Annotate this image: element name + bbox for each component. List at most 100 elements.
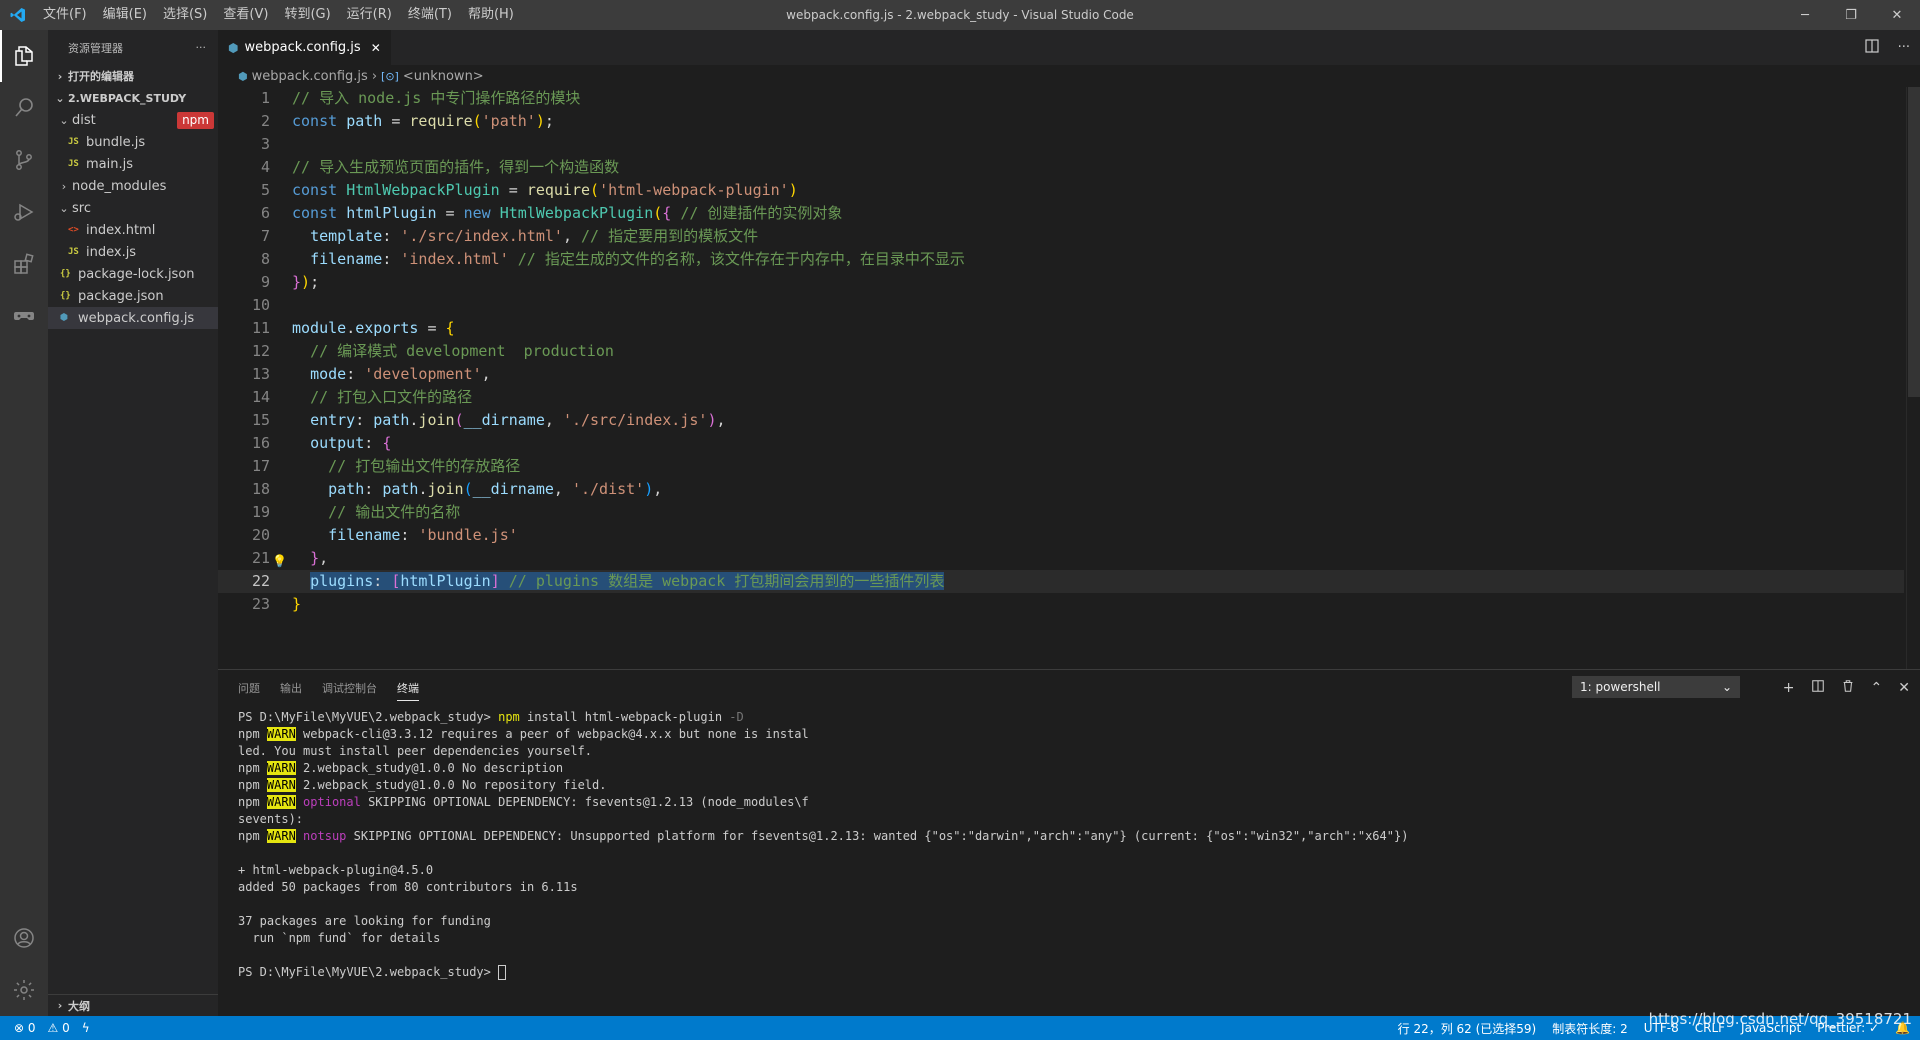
- maximize-panel-button[interactable]: ⌃: [1871, 680, 1883, 696]
- explorer-header: 资源管理器 ···: [48, 30, 218, 65]
- tab-debug-console[interactable]: 调试控制台: [322, 680, 377, 696]
- code-line-current: 22 plugins: [htmlPlugin] // plugins 数组是 …: [218, 570, 1904, 593]
- breadcrumb: ⬢ webpack.config.js › [⊙] <unknown>: [218, 65, 1920, 87]
- webpack-file-icon: ⬢: [60, 313, 68, 323]
- new-terminal-button[interactable]: +: [1783, 680, 1795, 696]
- cursor-position[interactable]: 行 22，列 62 (已选择59): [1398, 1020, 1537, 1037]
- status-bar: ⊗ 0 ⚠ 0 ϟ 行 22，列 62 (已选择59) 制表符长度: 2 UTF…: [0, 1016, 1920, 1040]
- webpack-file-icon: ⬢: [228, 40, 239, 55]
- code-line: 7 template: './src/index.html', // 指定要用到…: [260, 227, 759, 245]
- editor-scrollbar[interactable]: [1906, 87, 1920, 669]
- scrollbar-thumb[interactable]: [1908, 87, 1920, 397]
- outline-label: 大纲: [68, 999, 90, 1013]
- close-window-button[interactable]: ✕: [1874, 0, 1920, 30]
- editor-group: ⬢ webpack.config.js ✕ ··· ⬢ webpack.conf…: [218, 30, 1920, 669]
- close-panel-button[interactable]: ✕: [1898, 680, 1910, 696]
- breadcrumb-file[interactable]: webpack.config.js: [252, 69, 368, 84]
- tab-label: webpack.config.js: [244, 40, 361, 55]
- menu-view[interactable]: 查看(V): [215, 0, 276, 30]
- tree-file[interactable]: {} package.json: [48, 285, 218, 307]
- settings-gear-icon[interactable]: [0, 964, 48, 1016]
- tree-file[interactable]: JS bundle.js: [48, 131, 218, 153]
- menu-help[interactable]: 帮助(H): [460, 0, 522, 30]
- tab-output[interactable]: 输出: [280, 680, 302, 696]
- tab-problems[interactable]: 问题: [238, 680, 260, 696]
- menu-terminal[interactable]: 终端(T): [400, 0, 460, 30]
- terminal-output[interactable]: PS D:\MyFile\MyVUE\2.webpack_study> npm …: [218, 705, 1920, 985]
- tree-folder[interactable]: ⌄ src: [48, 197, 218, 219]
- tree-item-label: src: [72, 200, 91, 216]
- activity-bar-bottom: [0, 912, 48, 1016]
- project-section[interactable]: ⌄ 2.WEBPACK_STUDY: [48, 87, 218, 109]
- tab-webpack-config[interactable]: ⬢ webpack.config.js ✕: [218, 30, 391, 65]
- more-editor-actions-icon[interactable]: ···: [1898, 40, 1910, 55]
- source-control-icon[interactable]: [0, 134, 48, 186]
- code-line: 2 const path = require('path');: [260, 112, 554, 130]
- split-editor-icon[interactable]: [1864, 38, 1880, 58]
- tree-item-label: webpack.config.js: [78, 310, 195, 326]
- activity-bar: [0, 30, 48, 1016]
- tree-file[interactable]: JS main.js: [48, 153, 218, 175]
- code-line: 9});: [260, 273, 320, 291]
- menu-file[interactable]: 文件(F): [35, 0, 95, 30]
- code-line: 8 filename: 'index.html' // 指定生成的文件的名称，该…: [260, 250, 965, 268]
- warning-count[interactable]: ⚠ 0: [48, 1021, 70, 1035]
- code-line: 12 // 编译模式 development production: [251, 342, 614, 360]
- terminal-cursor: [498, 965, 507, 980]
- open-editors-label: 打开的编辑器: [68, 70, 134, 83]
- tree-file[interactable]: <> index.html: [48, 219, 218, 241]
- code-line: 15 entry: path.join(__dirname, './src/in…: [251, 411, 726, 429]
- tree-file[interactable]: {} package-lock.json: [48, 263, 218, 285]
- tab-size[interactable]: 制表符长度: 2: [1552, 1020, 1628, 1037]
- tree-item-label: bundle.js: [86, 134, 146, 150]
- code-line: 5 const HtmlWebpackPlugin = require('html…: [260, 181, 798, 199]
- tree-file[interactable]: JS index.js: [48, 241, 218, 263]
- chevron-right-icon: ›: [371, 68, 378, 84]
- code-line: 20 filename: 'bundle.js': [251, 526, 518, 544]
- minimize-button[interactable]: ─: [1782, 0, 1828, 30]
- tree-item-label: package.json: [78, 288, 164, 304]
- tab-terminal[interactable]: 终端: [397, 680, 419, 701]
- split-terminal-icon[interactable]: [1811, 679, 1825, 697]
- menu-edit[interactable]: 编辑(E): [95, 0, 155, 30]
- terminal-select[interactable]: 1: powershell ⌄: [1572, 676, 1740, 698]
- code-line: 13 mode: 'development',: [251, 365, 491, 383]
- code-line: 4// 导入生成预览页面的插件，得到一个构造函数: [260, 158, 620, 176]
- code-line: 14 // 打包入口文件的路径: [251, 388, 473, 406]
- tree-file[interactable]: ⬢ webpack.config.js: [48, 307, 218, 329]
- extensions-icon[interactable]: [0, 238, 48, 290]
- close-tab-button[interactable]: ✕: [371, 41, 381, 55]
- explorer-icon[interactable]: [0, 30, 48, 82]
- error-count[interactable]: ⊗ 0: [14, 1021, 36, 1035]
- code-line: 16 output: {: [251, 434, 392, 452]
- code-editor[interactable]: 1// 导入 node.js 中专门操作路径的模块 2 const path = …: [218, 87, 1904, 669]
- chevron-down-icon: ⌄: [55, 91, 65, 105]
- menu-selection[interactable]: 选择(S): [155, 0, 215, 30]
- search-icon[interactable]: [0, 82, 48, 134]
- account-icon[interactable]: [0, 912, 48, 964]
- outline-section[interactable]: › 大纲: [48, 994, 218, 1016]
- terminal-select-value: 1: powershell: [1580, 680, 1661, 694]
- menu-go[interactable]: 转到(G): [276, 0, 338, 30]
- lightning-icon[interactable]: ϟ: [82, 1021, 90, 1035]
- menu-run[interactable]: 运行(R): [339, 0, 400, 30]
- code-line: 17 // 打包输出文件的存放路径: [251, 457, 521, 475]
- html-file-icon: <>: [68, 225, 79, 235]
- tree-folder[interactable]: › node_modules: [48, 175, 218, 197]
- breadcrumb-symbol[interactable]: <unknown>: [403, 69, 484, 84]
- tree-item-label: node_modules: [72, 178, 167, 194]
- project-label: 2.WEBPACK_STUDY: [68, 91, 187, 105]
- chevron-down-icon: ⌄: [59, 201, 69, 215]
- watermark: https://blog.csdn.net/qq_39518721: [1648, 1010, 1912, 1028]
- open-editors-section[interactable]: › 打开的编辑器: [48, 65, 218, 87]
- kill-terminal-icon[interactable]: [1841, 679, 1855, 697]
- code-line: 3: [260, 135, 270, 153]
- remote-icon[interactable]: [0, 290, 48, 342]
- restore-button[interactable]: ❐: [1828, 0, 1874, 30]
- editor-actions: ···: [1864, 30, 1910, 65]
- tree-folder[interactable]: ⌄ dist npm: [48, 109, 218, 131]
- more-actions-button[interactable]: ···: [196, 41, 207, 54]
- bottom-panel: 问题 输出 调试控制台 终端 1: powershell ⌄ + ⌃ ✕ PS …: [218, 669, 1920, 1016]
- run-debug-icon[interactable]: [0, 186, 48, 238]
- tree-item-label: package-lock.json: [78, 266, 195, 282]
